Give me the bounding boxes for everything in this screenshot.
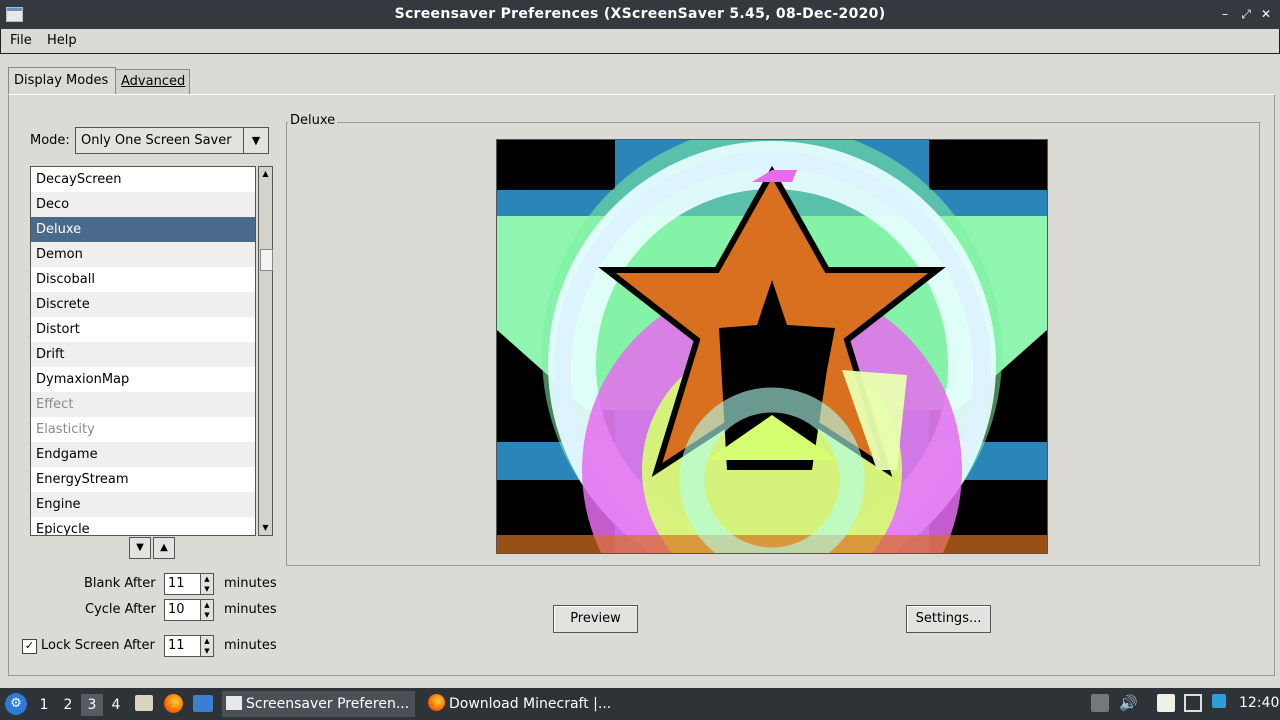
cycle-after-spinner[interactable]: 10 ▲ ▼ [164, 599, 214, 621]
blank-after-value[interactable]: 11 [168, 576, 185, 591]
scroll-down-icon[interactable]: ▼ [259, 521, 272, 535]
chevron-down-icon[interactable]: ▼ [243, 128, 268, 153]
preview-button[interactable]: Preview [553, 605, 638, 633]
lock-screen-spinner[interactable]: 11 ▲ ▼ [164, 635, 214, 657]
mode-label: Mode: [30, 133, 70, 148]
blank-after-label: Blank After [84, 576, 156, 591]
task-screensaver-label: Screensaver Preferen... [246, 696, 410, 712]
preview-frame-title: Deluxe [288, 113, 338, 128]
network-icon[interactable] [1212, 694, 1226, 708]
list-item[interactable]: Epicycle [31, 517, 255, 535]
spinner-arrows-icon[interactable]: ▲ ▼ [200, 636, 213, 656]
settings-button[interactable]: Settings... [906, 605, 991, 633]
menu-help[interactable]: Help [47, 33, 77, 48]
task-firefox[interactable]: Download Minecraft |... [424, 691, 619, 717]
volume-icon[interactable]: 🔊 [1119, 694, 1138, 712]
blank-after-spinner[interactable]: 11 ▲ ▼ [164, 573, 214, 595]
close-button[interactable]: ✕ [1259, 6, 1273, 22]
list-item[interactable]: Discoball [31, 267, 255, 292]
list-item[interactable]: Distort [31, 317, 255, 342]
window-title: Screensaver Preferences (XScreenSaver 5.… [394, 6, 886, 22]
list-item[interactable]: Effect [31, 392, 255, 417]
blank-after-unit: minutes [224, 576, 277, 591]
list-item[interactable]: Endgame [31, 442, 255, 467]
workspace-1[interactable]: 1 [33, 694, 55, 716]
cycle-after-value[interactable]: 10 [168, 602, 185, 617]
lock-screen-unit: minutes [224, 638, 277, 653]
firefox-icon[interactable] [164, 694, 183, 713]
clock: 12:40 [1239, 695, 1280, 711]
workspace-3[interactable]: 3 [81, 694, 103, 716]
preview-image [496, 139, 1048, 554]
tab-advanced[interactable]: Advanced [115, 69, 190, 94]
start-menu-icon[interactable]: ⚙ [5, 693, 27, 715]
list-scrollbar[interactable]: ▲ ▼ [258, 166, 273, 536]
tab-display-modes[interactable]: Display Modes [8, 67, 116, 94]
list-item[interactable]: EnergyStream [31, 467, 255, 492]
list-item[interactable]: Deluxe [31, 217, 255, 242]
app-icon [226, 696, 242, 710]
title-bar: Screensaver Preferences (XScreenSaver 5.… [0, 0, 1280, 29]
lock-screen-value[interactable]: 11 [168, 638, 185, 653]
list-item[interactable]: DymaxionMap [31, 367, 255, 392]
task-screensaver[interactable]: Screensaver Preferen... [222, 691, 415, 717]
workspace-2[interactable]: 2 [57, 694, 79, 716]
list-item[interactable]: Drift [31, 342, 255, 367]
move-down-button[interactable]: ▼ [129, 537, 151, 559]
firefox-icon [428, 694, 445, 711]
list-item[interactable]: DecayScreen [31, 167, 255, 192]
cycle-after-unit: minutes [224, 602, 277, 617]
taskbar: ⚙ 1 2 3 4 Screensaver Preferen... Downlo… [0, 688, 1280, 720]
workspace-4[interactable]: 4 [105, 694, 127, 716]
list-item[interactable]: Deco [31, 192, 255, 217]
cycle-after-label: Cycle After [85, 602, 156, 617]
mode-select[interactable]: Only One Screen Saver ▼ [75, 127, 269, 154]
scroll-up-icon[interactable]: ▲ [259, 167, 272, 181]
task-firefox-label: Download Minecraft |... [449, 696, 612, 712]
menu-file[interactable]: File [10, 33, 32, 48]
list-item[interactable]: Demon [31, 242, 255, 267]
lock-screen-label: Lock Screen After [41, 638, 155, 653]
desktop-icon[interactable] [193, 695, 213, 712]
list-item[interactable]: Engine [31, 492, 255, 517]
spinner-arrows-icon[interactable]: ▲ ▼ [200, 600, 213, 620]
move-up-button[interactable]: ▲ [153, 537, 175, 559]
list-item[interactable]: Discrete [31, 292, 255, 317]
screensaver-list[interactable]: DecayScreen Deco Deluxe Demon Discoball Discr… [30, 166, 256, 536]
file-manager-icon[interactable] [135, 695, 153, 711]
maximize-button[interactable]: ⤢ [1239, 6, 1253, 22]
mode-value: Only One Screen Saver [81, 133, 232, 148]
tray-arrow-icon[interactable] [1091, 694, 1109, 712]
scroll-thumb[interactable] [260, 249, 273, 271]
screen-icon[interactable] [1184, 694, 1202, 712]
menu-bar: File Help [0, 29, 1280, 54]
list-item[interactable]: Elasticity [31, 417, 255, 442]
clipboard-icon[interactable] [1157, 694, 1175, 712]
minimize-button[interactable]: – [1218, 6, 1232, 22]
lock-screen-checkbox[interactable]: ✓ [22, 639, 37, 654]
spinner-arrows-icon[interactable]: ▲ ▼ [200, 574, 213, 594]
